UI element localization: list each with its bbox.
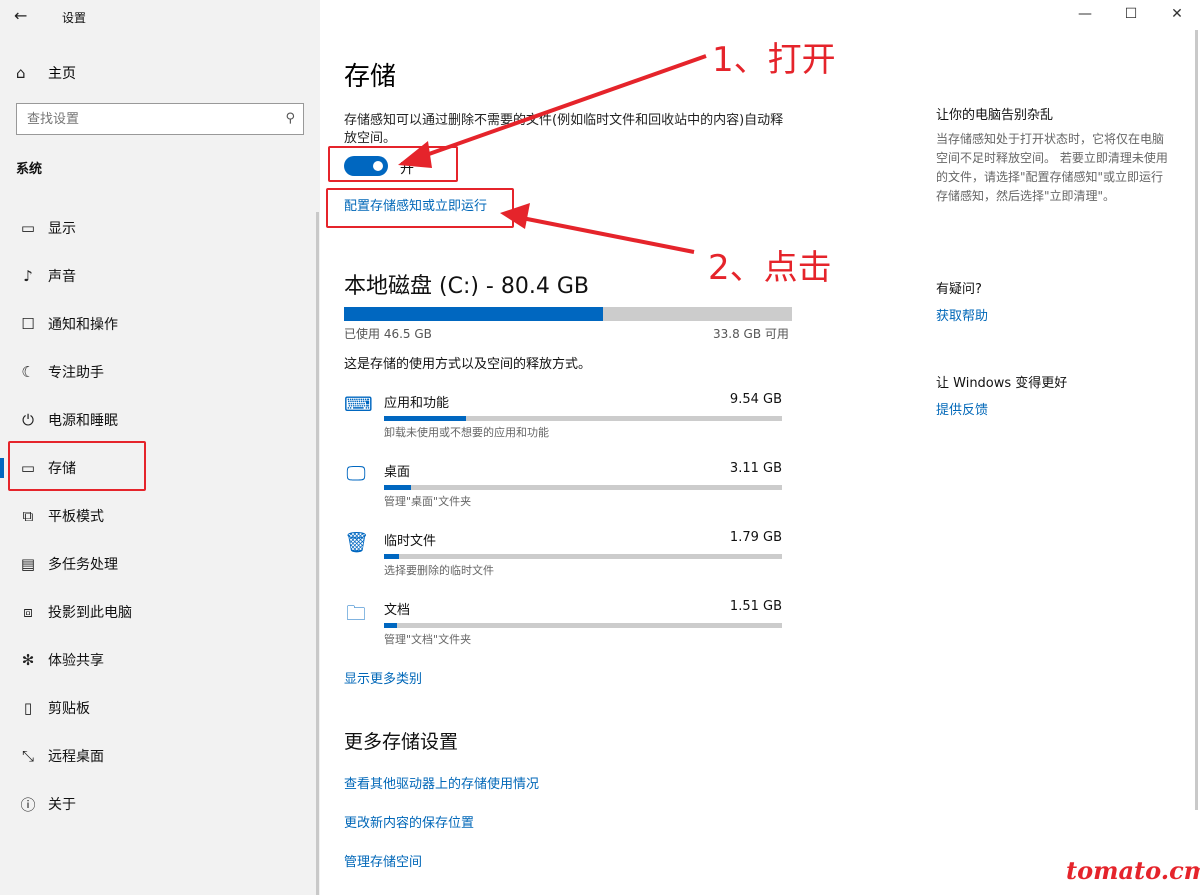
- annotation-step-1: 1、打开: [712, 40, 836, 80]
- annotation-arrowhead-1: [398, 141, 432, 168]
- annotation-arrowhead-2: [500, 203, 530, 229]
- annotation-arrow-1: [411, 54, 707, 162]
- annotation-arrow-2: [511, 214, 695, 254]
- annotation-arrows: [398, 54, 707, 254]
- watermark: tomato.cm: [1066, 856, 1200, 885]
- annotation-step-2: 2、点击: [708, 248, 832, 288]
